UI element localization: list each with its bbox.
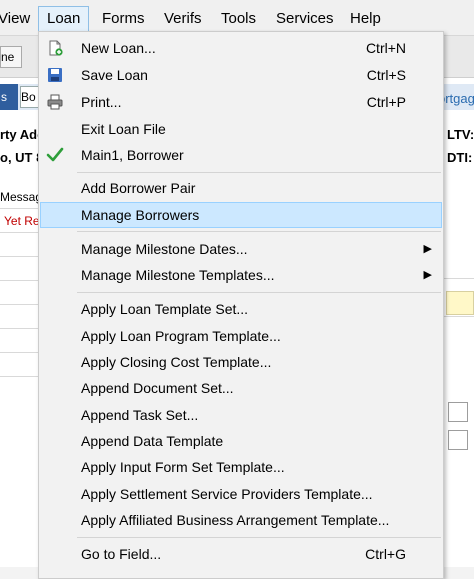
- menu-item-label: Append Task Set...: [81, 407, 199, 423]
- grid-line: [0, 352, 40, 353]
- new-loan-icon: [49, 40, 63, 56]
- printer-icon: [47, 94, 63, 110]
- grid-line: [0, 376, 40, 377]
- checkmark-icon: [46, 147, 64, 162]
- grid-line: [0, 232, 40, 233]
- menu-item-label: Go to Field...: [81, 546, 162, 562]
- toolbar-button[interactable]: ne: [0, 46, 22, 68]
- grid-line: [0, 328, 40, 329]
- tab-forms[interactable]: s: [0, 84, 18, 110]
- menu-item-append-document-set[interactable]: Append Document Set...: [40, 375, 442, 401]
- menu-item-exit-loan-file[interactable]: Exit Loan File: [40, 116, 442, 142]
- menu-separator: [77, 292, 441, 293]
- menu-item-label: Append Data Template: [81, 433, 224, 449]
- submenu-arrow-icon: ▶: [423, 243, 432, 255]
- menu-item-label: Main1, Borrower: [81, 147, 184, 163]
- menu-item-apply-affiliated-business-arrangement-template[interactable]: Apply Affiliated Business Arrangement Te…: [40, 507, 442, 533]
- menu-item-add-borrower-pair[interactable]: Add Borrower Pair: [40, 175, 442, 201]
- menu-services[interactable]: Services: [268, 6, 342, 32]
- loan-menu: New Loan... Ctrl+N Save Loan Ctrl+S Prin…: [38, 31, 444, 579]
- grid-line: [0, 280, 40, 281]
- submenu-arrow-icon: ▶: [423, 269, 432, 281]
- menu-item-apply-input-form-set-template[interactable]: Apply Input Form Set Template...: [40, 454, 442, 480]
- menu-separator: [77, 231, 441, 232]
- menu-item-apply-closing-cost-template[interactable]: Apply Closing Cost Template...: [40, 349, 442, 375]
- menu-item-apply-loan-template-set[interactable]: Apply Loan Template Set...: [40, 296, 442, 322]
- ltv-label: LTV:: [447, 127, 474, 142]
- menu-item-label: Add Borrower Pair: [81, 180, 196, 196]
- menu-separator: [77, 537, 441, 538]
- menu-item-label: Exit Loan File: [81, 121, 166, 137]
- menu-item-label: Apply Input Form Set Template...: [81, 459, 285, 475]
- menu-item-append-data-template[interactable]: Append Data Template: [40, 428, 442, 454]
- menu-item-label: Apply Loan Program Template...: [81, 328, 281, 344]
- menu-loan[interactable]: Loan: [38, 6, 89, 32]
- dti-label: DTI:: [447, 150, 473, 165]
- property-city-label: o, UT 8: [0, 150, 44, 165]
- menu-separator: [77, 172, 441, 173]
- menu-view[interactable]: View: [0, 6, 38, 32]
- menu-forms[interactable]: Forms: [94, 6, 153, 32]
- menu-item-label: Apply Affiliated Business Arrangement Te…: [81, 512, 390, 528]
- menu-item-label: Manage Milestone Templates...: [81, 267, 275, 283]
- menu-item-print[interactable]: Print... Ctrl+P: [40, 89, 442, 115]
- grid-line: [0, 304, 40, 305]
- menu-item-shortcut: Ctrl+N: [365, 40, 406, 56]
- grid-line: [0, 256, 40, 257]
- menu-help[interactable]: Help: [342, 6, 389, 32]
- menu-item-shortcut: Ctrl+S: [366, 67, 406, 83]
- menu-item-label: Save Loan: [81, 67, 148, 83]
- menu-item-save-loan[interactable]: Save Loan Ctrl+S: [40, 62, 442, 88]
- menu-verifs[interactable]: Verifs: [156, 6, 210, 32]
- menu-item-apply-settlement-service-providers-template[interactable]: Apply Settlement Service Providers Templ…: [40, 481, 442, 507]
- status-text: Yet Re: [4, 214, 40, 228]
- save-icon: [48, 68, 62, 82]
- menu-item-label: Append Document Set...: [81, 380, 234, 396]
- menu-item-manage-milestone-dates[interactable]: Manage Milestone Dates... ▶: [40, 236, 442, 262]
- menu-item-main1-borrower[interactable]: Main1, Borrower: [40, 142, 442, 168]
- menu-item-label: New Loan...: [81, 40, 156, 56]
- menu-tools[interactable]: Tools: [213, 6, 264, 32]
- menu-item-label: Print...: [81, 94, 122, 110]
- menu-item-new-loan[interactable]: New Loan... Ctrl+N: [40, 35, 442, 61]
- menu-item-shortcut: Ctrl+P: [366, 94, 406, 110]
- menu-item-go-to-field[interactable]: Go to Field... Ctrl+G: [40, 541, 442, 567]
- menu-item-label: Apply Closing Cost Template...: [81, 354, 272, 370]
- grid-line: [0, 208, 40, 209]
- grid-line: [441, 278, 474, 279]
- menu-item-append-task-set[interactable]: Append Task Set...: [40, 402, 442, 428]
- menu-item-shortcut: Ctrl+G: [365, 546, 406, 562]
- message-column-header: Messag: [0, 190, 43, 204]
- menu-item-label: Manage Milestone Dates...: [81, 241, 248, 257]
- input-field[interactable]: [446, 291, 474, 315]
- input-field[interactable]: [448, 430, 468, 450]
- input-field[interactable]: [448, 402, 468, 422]
- menu-item-manage-milestone-templates[interactable]: Manage Milestone Templates... ▶: [40, 262, 442, 288]
- grid-line: [441, 316, 474, 317]
- menu-item-label: Apply Loan Template Set...: [81, 301, 249, 317]
- menu-item-apply-loan-program-template[interactable]: Apply Loan Program Template...: [40, 323, 442, 349]
- menu-item-manage-borrowers[interactable]: Manage Borrowers: [40, 202, 442, 228]
- menu-item-label: Apply Settlement Service Providers Templ…: [81, 486, 373, 502]
- menu-item-label: Manage Borrowers: [81, 207, 200, 223]
